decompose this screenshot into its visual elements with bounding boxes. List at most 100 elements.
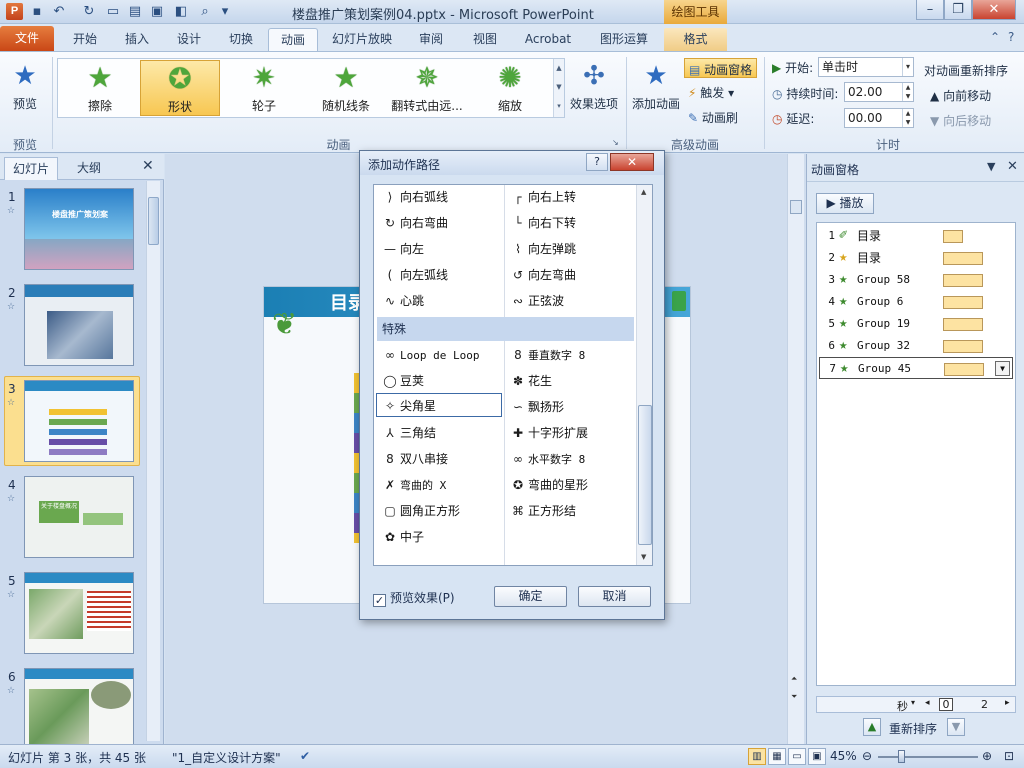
path-left[interactable]: — 向左 [380,237,424,261]
normal-view-icon[interactable]: ▥ [748,748,766,765]
animation-item[interactable]: 6 ★ Group 32 [819,335,1013,357]
move-down-button[interactable]: ▼ [947,718,965,736]
gallery-shape[interactable]: ✪ 形状 [140,60,220,116]
animation-painter-button[interactable]: ✎ 动画刷 [688,109,738,126]
path-turn-right[interactable]: ↻ 向右弯曲 [380,211,448,235]
timing-bar[interactable] [943,230,963,243]
gallery-wheel[interactable]: ✷ 轮子 [224,60,304,116]
slide-thumbnail[interactable] [24,284,134,366]
slide-thumbnail[interactable]: 关于楼盘概况 [24,476,134,558]
path-square-knot[interactable]: ⌘ 正方形结 [508,499,576,523]
timing-bar[interactable] [943,340,983,353]
gallery-random-bars[interactable]: ★ 随机线条 [306,60,386,116]
path-bounce-left[interactable]: ⌇ 向左弹跳 [508,237,576,261]
dialog-launcher-icon[interactable]: ↘ [612,138,619,147]
tab-acrobat[interactable]: Acrobat [516,28,580,51]
path-peanut[interactable]: ✽ 花生 [508,369,552,393]
animation-item-selected[interactable]: 7 ★ Group 45 ▼ [819,357,1013,379]
path-neutron[interactable]: ✿ 中子 [380,525,424,549]
qat-customize-icon[interactable]: ▾ [216,3,234,21]
trigger-button[interactable]: ⚡ 触发 ▾ [688,84,734,101]
path-turn-down-right[interactable]: └ 向右下转 [508,211,576,235]
help-icon[interactable]: ? [1008,30,1014,44]
timeline-right-icon[interactable]: ▸ [1005,698,1010,708]
zoom-out-icon[interactable]: ⊖ [862,749,872,763]
timing-bar[interactable] [943,318,983,331]
editor-vertical-scrollbar[interactable]: ⏶ ⏷ [787,154,804,744]
animation-item[interactable]: 5 ★ Group 19 [819,313,1013,335]
scroll-thumb[interactable] [790,200,802,214]
timing-bar[interactable] [943,252,983,265]
timing-bar[interactable] [943,274,983,287]
effect-options-button[interactable]: ✣ 效果选项 [566,58,622,116]
close-panel-icon[interactable]: ✕ [142,158,154,174]
pane-options-icon[interactable]: ▼ [987,160,995,173]
duration-spinner[interactable]: ▲ ▼ [902,83,913,101]
print-preview-icon[interactable]: ▣ [148,3,166,21]
path-rounded-square[interactable]: ▢ 圆角正方形 [380,499,460,523]
slide-sorter-icon[interactable]: ▦ [768,748,786,765]
path-curvy-x[interactable]: ✗ 弯曲的 X [380,473,446,497]
tab-insert[interactable]: 插入 [114,28,160,51]
path-trefoil[interactable]: ⅄ 三角结 [380,421,436,445]
gallery-more[interactable]: ▾ [553,97,564,117]
timing-bar[interactable] [944,363,984,376]
slide-thumbnail[interactable] [24,668,134,750]
tab-outline[interactable]: 大纲 [62,157,116,180]
next-slide-icon[interactable]: ⏷ [791,692,797,702]
delay-spinner[interactable]: ▲ ▼ [902,109,913,127]
tab-design[interactable]: 设计 [166,28,212,51]
path-plus[interactable]: ✚ 十字形扩展 [508,421,588,445]
zoom-slider[interactable] [878,756,978,758]
start-select[interactable]: 单击时 ▾ [818,57,914,77]
path-vertical-eight[interactable]: 8 垂直数字 8 [508,343,585,367]
gallery-zoom[interactable]: ✺ 缩放 [470,60,550,116]
scroll-down-icon[interactable]: ▼ [641,553,646,561]
delay-input[interactable]: 00.00 ▲ ▼ [844,108,914,128]
item-dropdown-icon[interactable]: ▼ [995,361,1010,376]
tab-format[interactable]: 格式 [664,28,727,51]
scroll-up-icon[interactable]: ▲ [641,188,646,196]
slideshow-icon[interactable]: ▣ [808,748,826,765]
checkbox-checked-icon[interactable]: ✓ [373,594,386,607]
redo-icon[interactable]: ↻ [80,3,98,21]
close-pane-icon[interactable]: ✕ [1007,159,1018,174]
tab-slides[interactable]: 幻灯片 [4,157,58,180]
fit-window-icon[interactable]: ⊡ [1004,749,1014,763]
move-up-button[interactable]: ▲ [863,718,881,736]
path-horizontal-eight[interactable]: ∞ 水平数字 8 [508,447,585,471]
reading-view-icon[interactable]: ▭ [788,748,806,765]
scroll-thumb[interactable] [148,197,159,245]
path-bean[interactable]: ◯ 豆荚 [380,369,424,393]
zoom-slider-thumb[interactable] [898,750,905,763]
gallery-scroll-up[interactable]: ▲ [553,59,564,78]
timeline-unit-dropdown-icon[interactable]: ▾ [911,698,915,707]
scroll-thumb[interactable] [638,405,652,545]
dialog-close-button[interactable]: ✕ [610,153,654,171]
tab-review[interactable]: 审阅 [408,28,454,51]
timing-bar[interactable] [943,296,983,309]
open-folder-icon[interactable]: ▤ [126,3,144,21]
dialog-title-bar[interactable]: 添加动作路径 ? ✕ [360,151,664,175]
tab-transitions[interactable]: 切换 [218,28,264,51]
close-window-button[interactable]: ✕ [972,0,1016,20]
animation-item[interactable]: 3 ★ Group 58 [819,269,1013,291]
tab-view[interactable]: 视图 [462,28,508,51]
path-heartbeat[interactable]: ∿ 心跳 [380,289,424,313]
new-doc-icon[interactable]: ▭ [104,3,122,21]
animation-item[interactable]: 1 ✐ 目录 [819,225,1013,247]
slide-thumbnail[interactable]: 楼盘推广策划案 [24,188,134,270]
move-earlier-button[interactable]: ▲ 向前移动 [930,87,991,104]
path-swoosh[interactable]: ∽ 飘扬形 [508,395,564,419]
path-pointy-star-selected[interactable]: ✧ 尖角星 [376,393,502,417]
motion-path-list[interactable]: ⟩ 向右弧线 ↻ 向右弯曲 — 向左 (向左弧线 ∿ 心跳 ┌ 向右上转 └ 向右下转 ⌇ 向… [373,184,653,566]
animation-item[interactable]: 4 ★ Group 6 [819,291,1013,313]
gallery-grow-turn[interactable]: ✵ 翻转式由远... [386,60,468,116]
gallery-scroll-down[interactable]: ▼ [553,78,564,97]
tab-home[interactable]: 开始 [62,28,108,51]
zoom-preview-icon[interactable]: ⌕ [196,3,214,21]
slide-panel-scrollbar[interactable] [146,181,160,741]
powerpoint-app-icon[interactable]: P [6,3,23,20]
prev-slide-icon[interactable]: ⏶ [791,674,797,684]
animation-pane-button[interactable]: ▤ 动画窗格 [684,58,758,78]
